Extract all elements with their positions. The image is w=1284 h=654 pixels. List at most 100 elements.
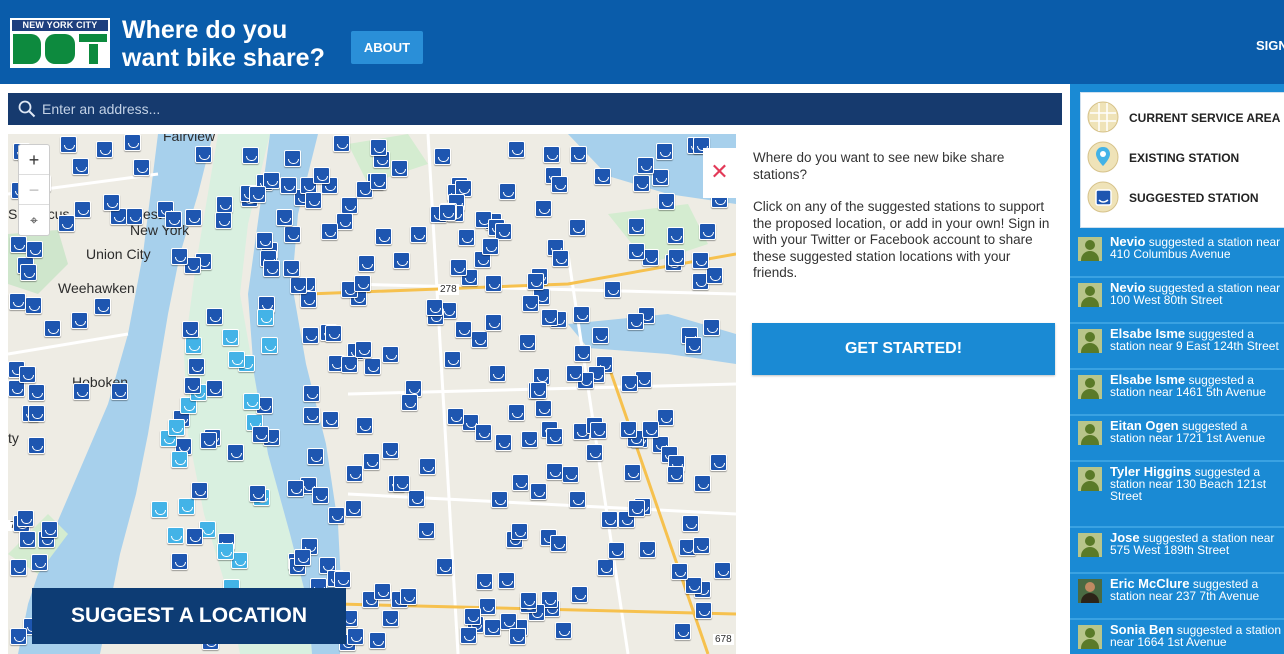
station-marker[interactable]: [242, 147, 259, 164]
station-marker[interactable]: [312, 487, 329, 504]
station-marker[interactable]: [363, 453, 380, 470]
station-marker[interactable]: [20, 264, 37, 281]
station-marker[interactable]: [569, 491, 586, 508]
station-marker[interactable]: [535, 400, 552, 417]
station-marker[interactable]: [682, 515, 699, 532]
station-marker[interactable]: [94, 298, 111, 315]
station-marker[interactable]: [508, 404, 525, 421]
station-marker[interactable]: [590, 422, 607, 439]
suggest-location-button[interactable]: SUGGEST A LOCATION: [32, 588, 346, 644]
station-marker[interactable]: [674, 623, 691, 640]
station-marker[interactable]: [633, 175, 650, 192]
station-marker[interactable]: [491, 491, 508, 508]
station-marker[interactable]: [601, 511, 618, 528]
station-marker[interactable]: [621, 375, 638, 392]
station-marker[interactable]: [200, 432, 217, 449]
station-marker[interactable]: [41, 521, 58, 538]
station-marker[interactable]: [17, 510, 34, 527]
feed-item[interactable]: Tyler Higgins suggested a station near 1…: [1070, 462, 1284, 528]
feed-item[interactable]: Nevio suggested a station near 100 West …: [1070, 278, 1284, 324]
station-marker[interactable]: [31, 554, 48, 571]
station-marker[interactable]: [290, 277, 307, 294]
station-marker[interactable]: [217, 543, 234, 560]
station-marker[interactable]: [551, 176, 568, 193]
station-marker[interactable]: [479, 598, 496, 615]
station-marker[interactable]: [511, 523, 528, 540]
station-marker[interactable]: [358, 255, 375, 272]
station-marker[interactable]: [184, 377, 201, 394]
station-marker[interactable]: [573, 306, 590, 323]
station-marker[interactable]: [482, 238, 499, 255]
station-marker[interactable]: [182, 321, 199, 338]
station-marker[interactable]: [9, 293, 26, 310]
station-marker[interactable]: [73, 383, 90, 400]
feed-item[interactable]: Jose suggested a station near 575 West 1…: [1070, 528, 1284, 574]
station-marker[interactable]: [439, 204, 456, 221]
station-marker[interactable]: [249, 186, 266, 203]
station-marker[interactable]: [382, 610, 399, 627]
nyc-dot-logo[interactable]: NEW YORK CITY: [10, 18, 110, 68]
station-marker[interactable]: [535, 200, 552, 217]
station-marker[interactable]: [382, 442, 399, 459]
station-marker[interactable]: [227, 444, 244, 461]
station-marker[interactable]: [628, 243, 645, 260]
station-marker[interactable]: [375, 228, 392, 245]
station-marker[interactable]: [628, 500, 645, 517]
station-marker[interactable]: [627, 313, 644, 330]
station-marker[interactable]: [369, 632, 386, 649]
station-marker[interactable]: [171, 248, 188, 265]
station-marker[interactable]: [657, 409, 674, 426]
station-marker[interactable]: [410, 226, 427, 243]
station-marker[interactable]: [444, 351, 461, 368]
station-marker[interactable]: [263, 260, 280, 277]
station-marker[interactable]: [333, 135, 350, 152]
station-marker[interactable]: [294, 549, 311, 566]
station-marker[interactable]: [25, 297, 42, 314]
station-marker[interactable]: [530, 382, 547, 399]
feed-item[interactable]: Sonia Ben suggested a station near 1664 …: [1070, 620, 1284, 654]
station-marker[interactable]: [624, 464, 641, 481]
station-marker[interactable]: [419, 458, 436, 475]
station-marker[interactable]: [44, 320, 61, 337]
station-marker[interactable]: [284, 226, 301, 243]
station-marker[interactable]: [243, 393, 260, 410]
station-marker[interactable]: [10, 236, 27, 253]
station-marker[interactable]: [355, 341, 372, 358]
station-marker[interactable]: [19, 531, 36, 548]
station-marker[interactable]: [283, 260, 300, 277]
station-marker[interactable]: [569, 219, 586, 236]
station-marker[interactable]: [303, 407, 320, 424]
station-marker[interactable]: [594, 168, 611, 185]
station-marker[interactable]: [345, 500, 362, 517]
station-marker[interactable]: [370, 139, 387, 156]
station-marker[interactable]: [171, 553, 188, 570]
station-marker[interactable]: [307, 448, 324, 465]
station-marker[interactable]: [400, 588, 417, 605]
station-marker[interactable]: [370, 173, 387, 190]
station-marker[interactable]: [347, 628, 364, 645]
station-marker[interactable]: [447, 408, 464, 425]
station-marker[interactable]: [667, 227, 684, 244]
station-marker[interactable]: [652, 169, 669, 186]
station-marker[interactable]: [206, 380, 223, 397]
sign-in-link[interactable]: SIGN: [1256, 38, 1284, 53]
station-marker[interactable]: [103, 194, 120, 211]
station-marker[interactable]: [186, 528, 203, 545]
station-marker[interactable]: [637, 157, 654, 174]
station-marker[interactable]: [562, 466, 579, 483]
station-marker[interactable]: [555, 622, 572, 639]
station-marker[interactable]: [328, 507, 345, 524]
station-marker[interactable]: [450, 259, 467, 276]
station-marker[interactable]: [302, 327, 319, 344]
station-marker[interactable]: [321, 223, 338, 240]
station-marker[interactable]: [509, 628, 526, 645]
station-marker[interactable]: [512, 474, 529, 491]
station-marker[interactable]: [364, 358, 381, 375]
feed-item[interactable]: Elsabe Isme suggested a station near 9 E…: [1070, 324, 1284, 370]
station-marker[interactable]: [168, 419, 185, 436]
station-marker[interactable]: [393, 252, 410, 269]
station-marker[interactable]: [499, 183, 516, 200]
map[interactable]: Fairview Secaucus West New York Union Ci…: [8, 134, 736, 654]
station-marker[interactable]: [188, 358, 205, 375]
station-marker[interactable]: [276, 209, 293, 226]
